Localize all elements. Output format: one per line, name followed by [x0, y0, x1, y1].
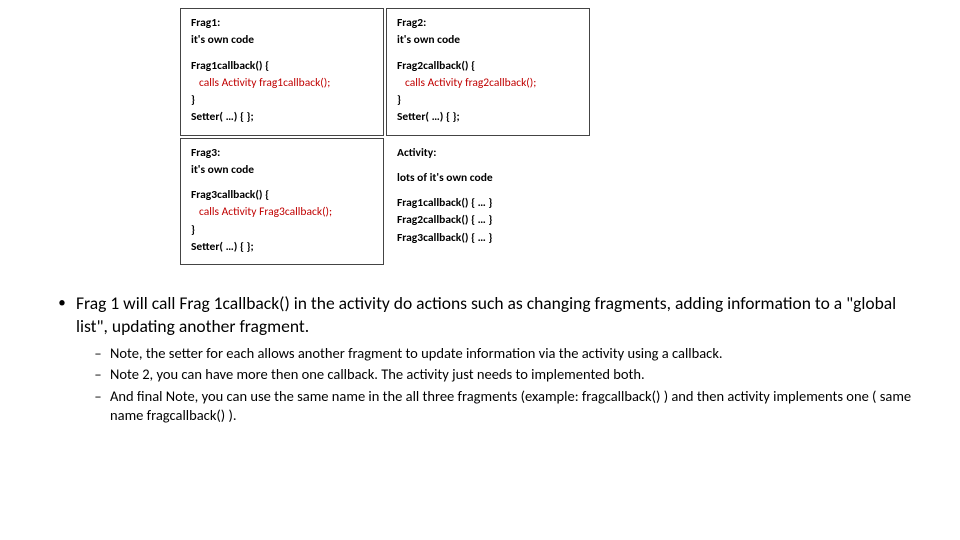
- activity-own: lots of it's own code: [397, 170, 579, 187]
- activity-title: Activity:: [397, 145, 579, 162]
- bullet-sub3: – And final Note, you can use the same n…: [86, 387, 920, 425]
- frag1-box: Frag1: it's own code Frag1callback() { c…: [180, 8, 384, 136]
- activity-box: Activity: lots of it's own code Frag1cal…: [386, 138, 590, 266]
- notes-block: • Frag 1 will call Frag 1callback() in t…: [48, 292, 920, 428]
- activity-cb2: Frag2callback() { … }: [397, 212, 579, 229]
- frag3-setter: Setter( …) { };: [191, 239, 373, 256]
- bullet-main-text: Frag 1 will call Frag 1callback() in the…: [76, 292, 920, 338]
- frag3-call: calls Activity Frag3callback();: [191, 204, 373, 221]
- frag2-setter: Setter( …) { };: [397, 109, 579, 126]
- bullet-dash-icon: –: [86, 344, 110, 363]
- frag3-cbhead: Frag3callback() {: [191, 187, 373, 204]
- frag1-setter: Setter( …) { };: [191, 109, 373, 126]
- frag1-call: calls Activity frag1callback();: [191, 75, 373, 92]
- frag2-cbhead: Frag2callback() {: [397, 58, 579, 75]
- bullet-sub1-text: Note, the setter for each allows another…: [110, 344, 723, 363]
- frag1-title: Frag1:: [191, 15, 373, 32]
- bullet-sub1: – Note, the setter for each allows anoth…: [86, 344, 920, 363]
- frag2-box: Frag2: it's own code Frag2callback() { c…: [386, 8, 590, 136]
- bullet-dot-icon: •: [48, 292, 76, 338]
- diagram-grid: Frag1: it's own code Frag1callback() { c…: [180, 8, 590, 265]
- frag3-close: }: [191, 222, 373, 239]
- frag2-call: calls Activity frag2callback();: [397, 75, 579, 92]
- activity-cb1: Frag1callback() { … }: [397, 195, 579, 212]
- frag3-own: it's own code: [191, 162, 373, 179]
- bullet-sub3-text: And final Note, you can use the same nam…: [110, 387, 920, 425]
- frag1-own: it's own code: [191, 32, 373, 49]
- bullet-sub2-text: Note 2, you can have more then one callb…: [110, 365, 645, 384]
- frag3-title: Frag3:: [191, 145, 373, 162]
- bullet-dash-icon: –: [86, 387, 110, 425]
- frag2-title: Frag2:: [397, 15, 579, 32]
- bullet-main: • Frag 1 will call Frag 1callback() in t…: [48, 292, 920, 338]
- frag1-close: }: [191, 92, 373, 109]
- frag1-cbhead: Frag1callback() {: [191, 58, 373, 75]
- frag3-box: Frag3: it's own code Frag3callback() { c…: [180, 138, 384, 266]
- bullet-dash-icon: –: [86, 365, 110, 384]
- frag2-close: }: [397, 92, 579, 109]
- bullet-sub2: – Note 2, you can have more then one cal…: [86, 365, 920, 384]
- activity-cb3: Frag3callback() { … }: [397, 230, 579, 247]
- frag2-own: it's own code: [397, 32, 579, 49]
